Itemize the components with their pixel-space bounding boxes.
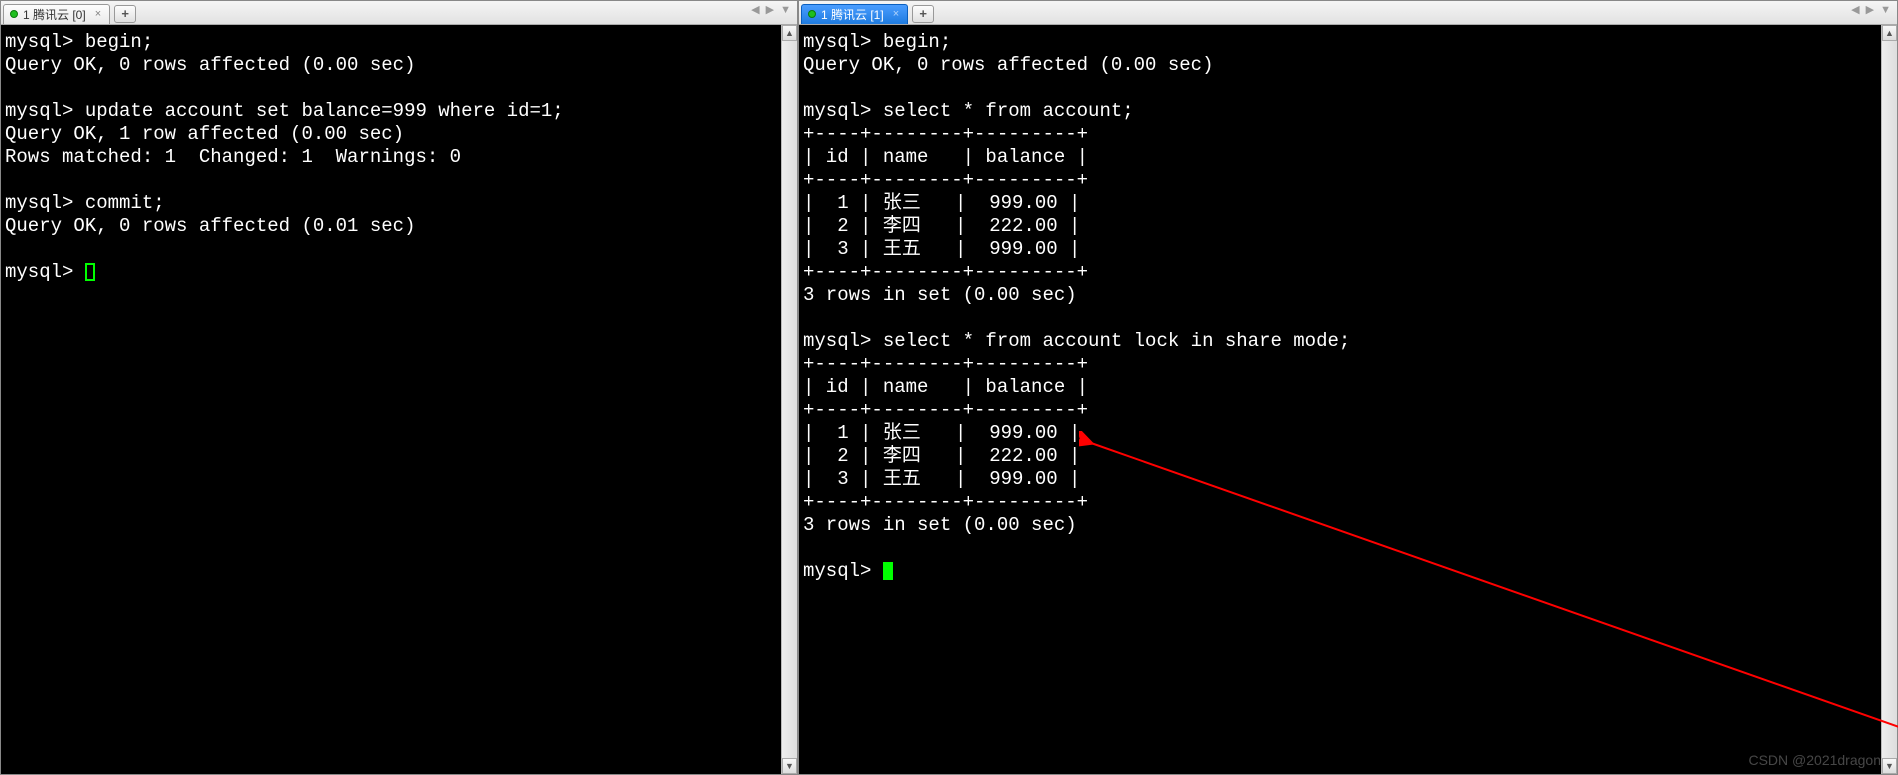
- tab-title: 1 腾讯云 [0]: [23, 6, 86, 23]
- right-terminal[interactable]: mysql> begin;Query OK, 0 rows affected (…: [799, 25, 1897, 774]
- tab-nav-arrows: ◀ ▶ ▼: [749, 3, 793, 16]
- plus-icon: +: [121, 6, 129, 21]
- left-scrollbar[interactable]: ▲ ▼: [781, 25, 797, 774]
- left-tab-0[interactable]: 1 腾讯云 [0] ×: [3, 4, 110, 24]
- right-pane: 1 腾讯云 [1] × + ◀ ▶ ▼ mysql> begin;Query O…: [798, 0, 1898, 775]
- scroll-down-icon[interactable]: ▼: [1882, 758, 1897, 774]
- nav-left-icon[interactable]: ◀: [1849, 3, 1861, 16]
- scroll-down-icon[interactable]: ▼: [782, 758, 797, 774]
- right-scrollbar[interactable]: ▲ ▼: [1881, 25, 1897, 774]
- nav-right-icon[interactable]: ▶: [1864, 3, 1876, 16]
- nav-down-icon[interactable]: ▼: [1878, 4, 1893, 16]
- close-icon[interactable]: ×: [95, 8, 101, 20]
- tab-nav-arrows: ◀ ▶ ▼: [1849, 3, 1893, 16]
- close-icon[interactable]: ×: [893, 8, 899, 20]
- nav-right-icon[interactable]: ▶: [764, 3, 776, 16]
- add-tab-button[interactable]: +: [912, 5, 934, 23]
- add-tab-button[interactable]: +: [114, 5, 136, 23]
- right-tab-bar: 1 腾讯云 [1] × + ◀ ▶ ▼: [799, 1, 1897, 25]
- left-pane: 1 腾讯云 [0] × + ◀ ▶ ▼ mysql> begin;Query O…: [0, 0, 798, 775]
- scroll-up-icon[interactable]: ▲: [782, 25, 797, 41]
- cursor-icon: [883, 562, 893, 580]
- left-tab-bar: 1 腾讯云 [0] × + ◀ ▶ ▼: [1, 1, 797, 25]
- left-terminal[interactable]: mysql> begin;Query OK, 0 rows affected (…: [1, 25, 797, 774]
- scroll-up-icon[interactable]: ▲: [1882, 25, 1897, 41]
- plus-icon: +: [919, 6, 927, 21]
- nav-down-icon[interactable]: ▼: [778, 4, 793, 16]
- status-dot-icon: [808, 10, 816, 18]
- watermark-text: CSDN @2021dragon: [1748, 752, 1881, 768]
- status-dot-icon: [10, 10, 18, 18]
- tab-title: 1 腾讯云 [1]: [821, 6, 884, 23]
- cursor-icon: [85, 263, 95, 281]
- nav-left-icon[interactable]: ◀: [749, 3, 761, 16]
- right-tab-0[interactable]: 1 腾讯云 [1] ×: [801, 4, 908, 24]
- scroll-track[interactable]: [782, 41, 797, 758]
- scroll-track[interactable]: [1882, 41, 1897, 758]
